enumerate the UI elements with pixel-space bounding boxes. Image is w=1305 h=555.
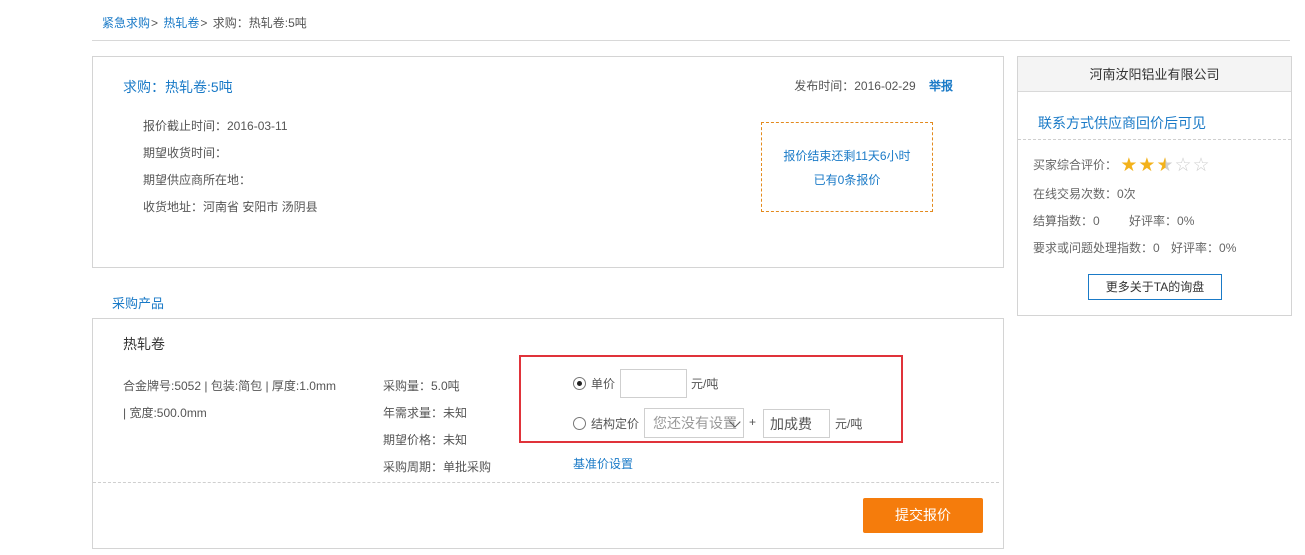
breadcrumb-divider [92,40,1290,41]
base-price-settings-link[interactable]: 基准价设置 [573,455,633,472]
product-specs: 合金牌号:5052 | 包装:简包 | 厚度:1.0mm | 宽度:500.0m… [123,373,363,427]
publish-time: 发布时间：2016-02-29 [794,79,916,93]
breadcrumb-urgent-purchase[interactable]: 紧急求购 [102,16,150,30]
purchase-cycle: 采购周期：单批采购 [383,460,492,474]
star-icon-filled: ★ [1138,155,1157,176]
submit-quote-button[interactable]: 提交报价 [863,498,983,533]
star-icon-empty: ☆ [1192,155,1211,176]
breadcrumb: 紧急求购> 热轧卷> 求购：热轧卷:5吨 [102,14,307,31]
markup-fee-input[interactable]: 加成费 [763,409,830,438]
sidebar-divider [1018,139,1291,140]
breadcrumb-separator: > [151,16,159,30]
base-price-select[interactable]: 您还没有设置 [644,408,744,438]
report-link[interactable]: 举报 [929,79,953,93]
purchase-quantity: 采购量：5.0吨 [383,379,460,393]
unit-price-input[interactable] [620,369,687,398]
settlement-index: 结算指数：0 [1033,214,1100,228]
trade-count: 在线交易次数：0次 [1033,187,1136,201]
company-name: 河南汝阳铝业有限公司 [1018,57,1291,92]
unit-price-label: 单价 [591,377,616,391]
breadcrumb-separator: > [200,16,208,30]
star-icon-half: ★ [1156,155,1175,176]
delivery-address: 收货地址：河南省 安阳市 汤阴县 [143,200,318,214]
structured-price-radio[interactable] [573,417,586,430]
product-divider [93,482,999,483]
breadcrumb-hot-rolled-coil[interactable]: 热轧卷 [163,16,199,30]
settlement-row: 结算指数：0 好评率：0% [1033,208,1236,235]
request-title: 求购：热轧卷:5吨 [123,79,233,95]
countdown-remaining: 报价结束还剩11天6小时 [783,149,911,163]
request-details: 报价截止时间：2016-03-11 期望收货时间： 期望供应商所在地： 收货地址… [143,113,318,221]
contact-visibility-note: 联系方式供应商回价后可见 [1038,115,1206,131]
purchase-details: 采购量：5.0吨 年需求量：未知 期望价格：未知 采购周期：单批采购 [383,373,491,481]
star-icon-empty: ☆ [1174,155,1193,176]
unit-price-radio[interactable] [573,377,586,390]
unit-price-unit: 元/吨 [691,377,719,391]
rating-stars: ★★★☆☆ [1120,154,1210,181]
markup-fee-unit: 元/吨 [835,417,863,431]
product-spec-line: | 宽度:500.0mm [123,406,207,420]
base-price-select-value: 您还没有设置 [653,415,737,431]
plus-sign: + [749,415,757,429]
buyer-stats: 买家综合评价： ★★★☆☆ 在线交易次数：0次 结算指数：0 好评率：0% 要求… [1033,152,1236,262]
quote-countdown-box: 报价结束还剩11天6小时 已有0条报价 [761,122,933,212]
expected-price: 期望价格：未知 [383,433,468,447]
product-spec-line: 合金牌号:5052 | 包装:简包 | 厚度:1.0mm [123,379,336,393]
issue-good-rate: 好评率：0% [1171,241,1237,255]
quote-count: 已有0条报价 [813,173,881,187]
structured-price-label: 结构定价 [591,417,640,431]
star-icon-filled: ★ [1120,155,1139,176]
quote-deadline: 报价截止时间：2016-03-11 [143,119,288,133]
annual-demand: 年需求量：未知 [383,406,468,420]
buyer-rating-row: 买家综合评价： ★★★☆☆ [1033,152,1236,181]
request-info-panel: 求购：热轧卷:5吨 发布时间：2016-02-29 举报 报价截止时间：2016… [92,56,1004,268]
product-name: 热轧卷 [123,336,165,352]
publish-info: 发布时间：2016-02-29 举报 [794,77,953,94]
issue-row: 要求或问题处理指数：0 好评率：0% [1033,235,1236,262]
section-title-purchase-products: 采购产品 [112,296,165,311]
rating-label: 买家综合评价： [1033,158,1118,172]
expected-supplier-location: 期望供应商所在地： [143,173,252,187]
settlement-good-rate: 好评率：0% [1129,214,1195,228]
expected-receipt-time: 期望收货时间： [143,146,228,160]
more-inquiries-button[interactable]: 更多关于TA的询盘 [1088,274,1222,300]
breadcrumb-current: 求购：热轧卷:5吨 [212,16,307,30]
buyer-sidebar: 河南汝阳铝业有限公司 联系方式供应商回价后可见 买家综合评价： ★★★☆☆ 在线… [1017,56,1292,316]
issue-index: 要求或问题处理指数：0 [1033,241,1160,255]
